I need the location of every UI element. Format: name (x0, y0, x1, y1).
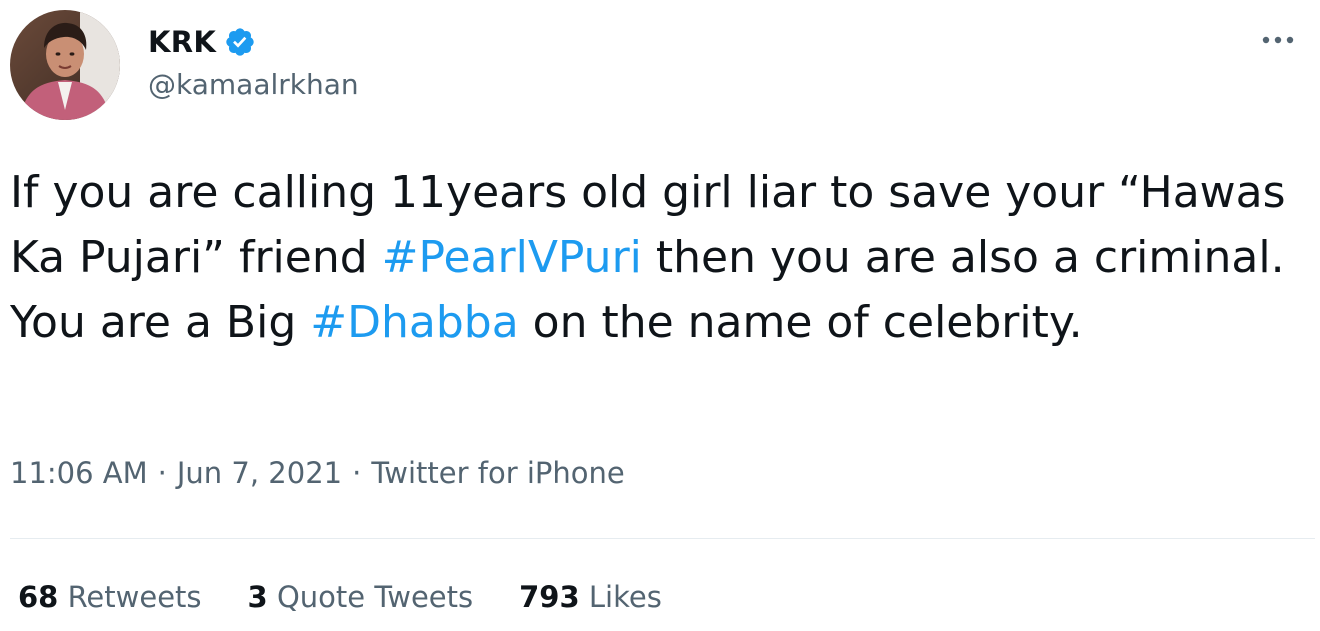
avatar[interactable] (10, 10, 120, 120)
author-display-name[interactable]: KRK (148, 25, 216, 59)
likes-stat[interactable]: 793 Likes (519, 580, 662, 614)
quote-tweets-count: 3 (247, 580, 268, 614)
meta-separator: · (157, 456, 167, 490)
retweets-label: Retweets (67, 580, 202, 614)
tweet-meta: 11:06 AM · Jun 7, 2021 · Twitter for iPh… (10, 456, 625, 490)
tweet-stats: 68 Retweets 3 Quote Tweets 793 Likes (18, 580, 662, 614)
tweet-text: If you are calling 11years old girl liar… (10, 160, 1320, 355)
verified-badge-icon (224, 26, 256, 58)
quote-tweets-stat[interactable]: 3 Quote Tweets (248, 580, 474, 614)
tweet-time[interactable]: 11:06 AM (10, 456, 148, 490)
tweet-date[interactable]: Jun 7, 2021 (177, 456, 342, 490)
author-handle[interactable]: @kamaalrkhan (148, 68, 359, 101)
hashtag-link[interactable]: #PearlVPuri (382, 232, 642, 283)
likes-count: 793 (519, 580, 580, 614)
retweets-stat[interactable]: 68 Retweets (18, 580, 202, 614)
quote-tweets-label: Quote Tweets (276, 580, 474, 614)
tweet-text-part: on the name of celebrity. (518, 297, 1083, 348)
author-name-row: KRK (148, 22, 256, 62)
more-options-button[interactable] (1256, 18, 1300, 62)
more-options-icon (1262, 36, 1294, 44)
avatar-image (10, 10, 120, 120)
hashtag-link[interactable]: #Dhabba (310, 297, 518, 348)
tweet-source[interactable]: Twitter for iPhone (371, 456, 624, 490)
retweets-count: 68 (18, 580, 59, 614)
likes-label: Likes (588, 580, 662, 614)
meta-separator: · (352, 456, 362, 490)
divider (10, 538, 1315, 539)
